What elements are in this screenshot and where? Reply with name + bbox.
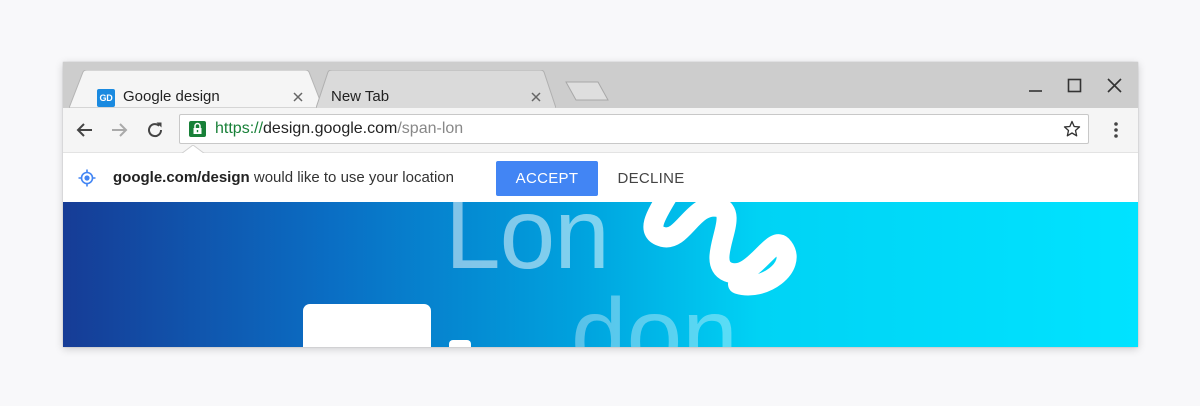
- address-bar[interactable]: https://design.google.com/span-lon: [179, 114, 1089, 144]
- maximize-icon[interactable]: [1065, 76, 1085, 96]
- tab-title: New Tab: [331, 88, 390, 105]
- permission-text: would like to use your location: [249, 169, 454, 186]
- new-tab-button[interactable]: [564, 80, 610, 102]
- more-vert-icon[interactable]: [1105, 119, 1127, 141]
- url-scheme: https://: [215, 120, 264, 137]
- tab-strip: GD Google design New Tab: [63, 62, 1138, 108]
- close-tab-icon[interactable]: [291, 90, 305, 104]
- reload-icon[interactable]: [144, 119, 166, 141]
- lock-icon[interactable]: [189, 121, 206, 137]
- minimize-icon[interactable]: [1026, 76, 1046, 96]
- location-target-icon: [78, 169, 96, 187]
- favicon-icon: GD: [97, 89, 115, 107]
- accept-button[interactable]: ACCEPT: [496, 161, 598, 196]
- page-content: Lon don: [63, 202, 1138, 347]
- browser-window: GD Google design New Tab https://design.…: [63, 62, 1138, 347]
- toolbar: https://design.google.com/span-lon: [63, 108, 1138, 153]
- squiggle-graphic: [643, 202, 797, 296]
- tab-new-tab[interactable]: New Tab: [316, 70, 556, 108]
- infobar-message: google.com/design would like to use your…: [113, 169, 454, 186]
- url-path: /span-lon: [397, 120, 464, 137]
- white-card-shape: [303, 304, 431, 347]
- tab-title: Google design: [123, 88, 220, 105]
- close-tab-icon[interactable]: [529, 90, 543, 104]
- forward-arrow-icon[interactable]: [108, 119, 130, 141]
- tab-google-design[interactable]: GD Google design: [69, 70, 323, 108]
- back-arrow-icon[interactable]: [74, 119, 96, 141]
- location-permission-infobar: google.com/design would like to use your…: [63, 153, 1138, 202]
- close-icon[interactable]: [1105, 76, 1125, 96]
- url-host: design.google.com: [263, 120, 398, 137]
- requesting-site: google.com/design: [113, 169, 250, 186]
- url-text: https://design.google.com/span-lon: [215, 120, 463, 138]
- white-small-shape: [449, 340, 471, 347]
- star-bookmark-icon[interactable]: [1062, 119, 1082, 139]
- decline-button[interactable]: DECLINE: [611, 161, 691, 196]
- hero-text-lon: Lon: [445, 202, 610, 290]
